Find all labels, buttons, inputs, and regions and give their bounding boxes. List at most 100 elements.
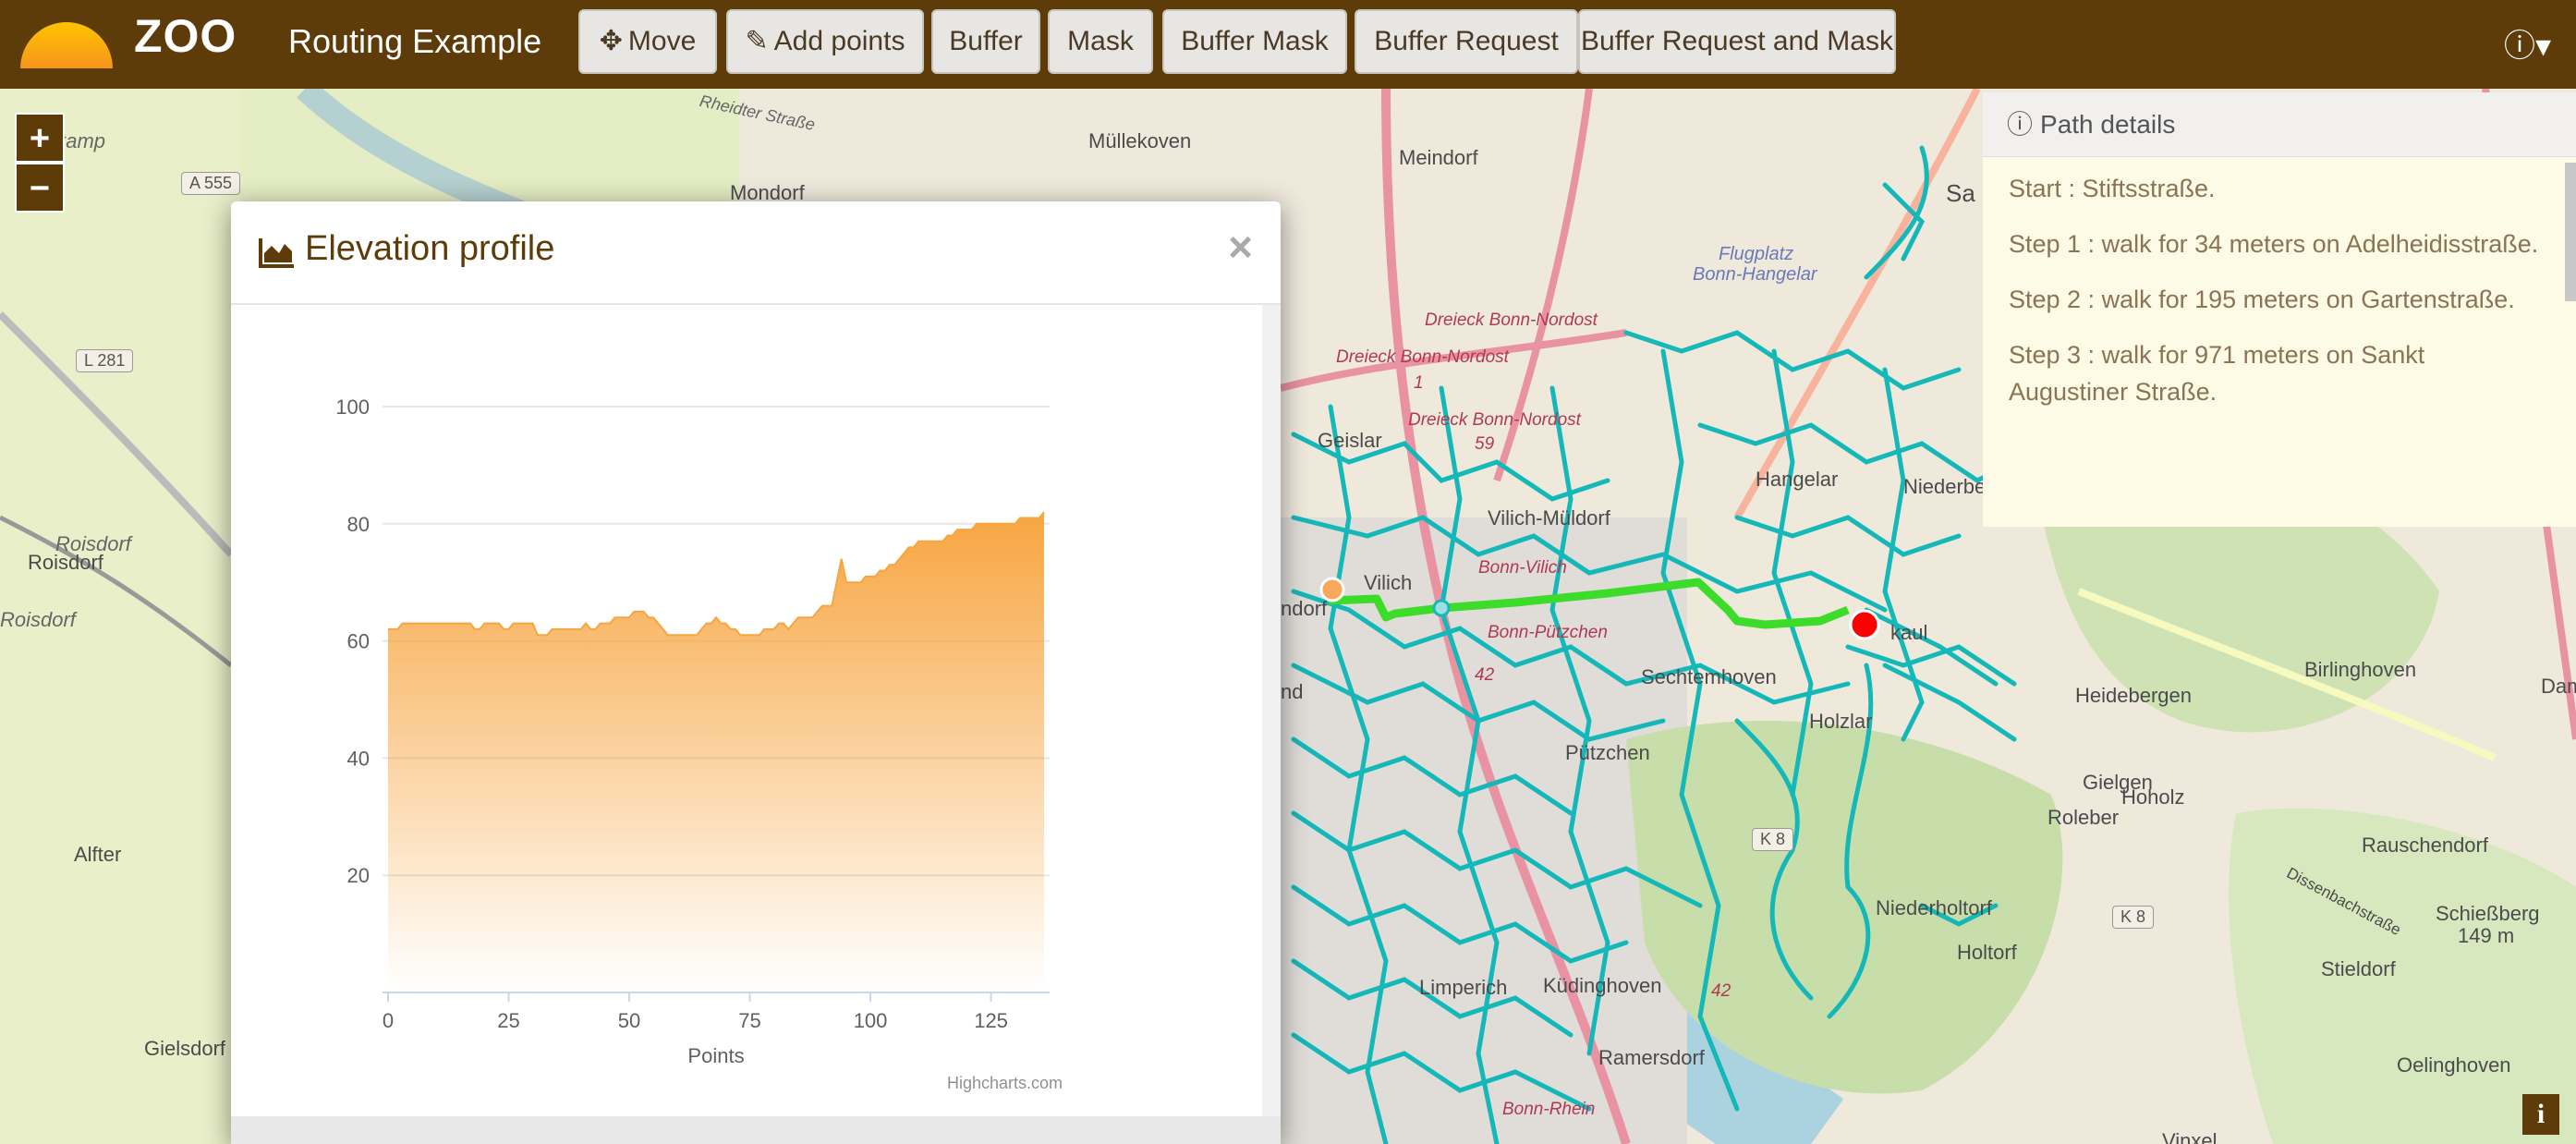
path-step: Step 1 : walk for 34 meters on Adelheidi… bbox=[2009, 230, 2539, 258]
elevation-profile-modal: Elevation profile × 20 40 60 80 100 0 25 50 75 1… bbox=[231, 201, 1281, 1144]
map-label: 42 bbox=[1475, 665, 1495, 685]
map-label: Bonn-Pützchen bbox=[1488, 623, 1608, 642]
path-details-panel: ⓘ Path details Start : Stiftsstraße. Step… bbox=[1983, 92, 2576, 527]
modal-title: Elevation profile bbox=[305, 229, 555, 268]
map-label: Oelinghoven bbox=[2397, 1053, 2511, 1077]
path-details-header[interactable]: ⓘ Path details bbox=[1983, 92, 2576, 157]
modal-footer-bar bbox=[231, 1116, 1281, 1144]
map-label: Dreieck Bonn-Nordost bbox=[1336, 347, 1509, 367]
zoo-logo-sun-icon bbox=[20, 22, 113, 68]
y-tick-label: 80 bbox=[347, 513, 370, 536]
app-title: Routing Example bbox=[288, 22, 542, 60]
map-label: Rauschendorf bbox=[2362, 834, 2488, 857]
map-label: Sa bbox=[1946, 179, 1975, 207]
x-tick-label: 75 bbox=[738, 1009, 760, 1032]
map-label: Dreieck Bonn-Nordost bbox=[1408, 410, 1581, 430]
map-label: Bonn-Hangelar bbox=[1693, 264, 1817, 285]
map-label: 59 bbox=[1475, 434, 1495, 454]
map-label: Hoholz bbox=[2121, 785, 2185, 809]
map-label: Bonn-Rhein bbox=[1502, 1100, 1596, 1119]
map-label: Schießberg bbox=[2436, 902, 2540, 925]
elevation-area bbox=[388, 512, 1044, 992]
path-step: Step 2 : walk for 195 meters on Gartenst… bbox=[2009, 286, 2515, 313]
map-label: Pützchen bbox=[1565, 741, 1650, 764]
map-label: Bonn-Vilich bbox=[1478, 558, 1567, 578]
map-label: Ramersdorf bbox=[1598, 1046, 1705, 1069]
map-label: Vilich bbox=[1364, 571, 1413, 594]
y-tick-label: 60 bbox=[347, 630, 370, 653]
map-label: Küdinghoven bbox=[1543, 974, 1662, 997]
x-tick-label: 100 bbox=[854, 1009, 888, 1032]
path-details-body: Start : Stiftsstraße. Step 1 : walk for … bbox=[1983, 157, 2576, 527]
map-label: Roleber bbox=[2047, 806, 2120, 829]
x-tick-label: 50 bbox=[618, 1009, 640, 1032]
attribution-info-button[interactable]: i bbox=[2522, 1094, 2559, 1135]
map-label: Dreieck Bonn-Nordost bbox=[1425, 310, 1598, 330]
path-details-scrollbar[interactable] bbox=[2565, 163, 2576, 301]
chart-credits[interactable]: Highcharts.com bbox=[947, 1074, 1063, 1092]
map-label: Vilich-Müldorf bbox=[1488, 506, 1610, 529]
map-label: Stieldorf bbox=[2321, 957, 2396, 980]
map-label: 149 m bbox=[2458, 924, 2515, 947]
area-chart-icon bbox=[259, 238, 294, 268]
map-label: Holzlar bbox=[1809, 710, 1873, 733]
road-shield: K 8 bbox=[1752, 828, 1794, 851]
map-label: Alfter bbox=[74, 843, 122, 866]
modal-scrollbar[interactable] bbox=[1262, 305, 1281, 1144]
map-label: Heidebergen bbox=[2075, 684, 2192, 707]
map-label: Müllekoven bbox=[1088, 129, 1192, 152]
info-icon: ⓘ▾ bbox=[2504, 29, 2552, 64]
map-label: 1 bbox=[1414, 373, 1424, 393]
map-label: Meindorf bbox=[1399, 146, 1478, 169]
y-tick-label: 20 bbox=[347, 864, 370, 887]
map-label: Limperich bbox=[1419, 976, 1508, 999]
map-label: Dam bbox=[2541, 675, 2576, 698]
road-shield: L 281 bbox=[76, 349, 134, 372]
navbar: ZOO Routing Example ✥ Move ✎ Add points Bu… bbox=[0, 0, 2576, 89]
map-label: Roisdorf bbox=[28, 551, 103, 574]
zoom-in-button[interactable]: + bbox=[15, 113, 65, 163]
y-tick-label: 40 bbox=[347, 747, 370, 770]
map-label: Geislar bbox=[1318, 429, 1382, 452]
add-points-button[interactable]: ✎ Add points bbox=[726, 9, 924, 74]
buffer-button[interactable]: Buffer bbox=[931, 9, 1040, 74]
map-label: Niederholtorf bbox=[1876, 896, 1992, 919]
map-label: Vinxel bbox=[2162, 1129, 2218, 1144]
map-label: 42 bbox=[1711, 981, 1732, 1001]
modal-header: Elevation profile × bbox=[231, 201, 1281, 305]
path-details-title: Path details bbox=[2040, 110, 2176, 139]
x-tick-label: 125 bbox=[974, 1009, 1008, 1032]
x-tick-label: 0 bbox=[383, 1009, 394, 1032]
map-label: nd bbox=[1281, 680, 1304, 703]
buffer-request-and-mask-button[interactable]: Buffer Request and Mask bbox=[1578, 9, 1896, 74]
buffer-mask-button[interactable]: Buffer Mask bbox=[1162, 9, 1347, 74]
close-button[interactable]: × bbox=[1228, 222, 1253, 272]
elevation-chart: 20 40 60 80 100 0 25 50 75 100 125 Points Highcha… bbox=[268, 320, 1257, 1114]
road-shield: K 8 bbox=[2112, 906, 2155, 929]
zoom-out-button[interactable]: − bbox=[15, 163, 65, 213]
map-label: Holtorf bbox=[1957, 941, 2017, 964]
move-button[interactable]: ✥ Move bbox=[578, 9, 717, 74]
elevation-chart-svg: 20 40 60 80 100 0 25 50 75 100 125 Points Highcha… bbox=[335, 396, 1063, 1092]
info-dropdown-button[interactable]: ⓘ▾ bbox=[2504, 20, 2551, 66]
y-tick-label: 100 bbox=[335, 396, 370, 419]
path-step: Step 3 : walk for 971 meters on Sankt Au… bbox=[2009, 341, 2425, 406]
x-axis-title: Points bbox=[687, 1044, 744, 1067]
map-label: Roisdorf bbox=[0, 608, 76, 631]
brand-logo[interactable]: ZOO bbox=[134, 9, 237, 63]
map-label: Birlinghoven bbox=[2304, 658, 2417, 681]
map-label: Gielsdorf bbox=[144, 1037, 226, 1060]
path-step: Start : Stiftsstraße. bbox=[2009, 175, 2216, 202]
info-circle-icon: ⓘ bbox=[2007, 110, 2034, 139]
map-label: kaul bbox=[1890, 621, 1928, 644]
map-label: Flugplatz bbox=[1719, 244, 1794, 264]
map-label: ndorf bbox=[1281, 597, 1328, 620]
move-icon: ✥ bbox=[599, 26, 623, 56]
mask-button[interactable]: Mask bbox=[1048, 9, 1153, 74]
x-tick-label: 25 bbox=[497, 1009, 519, 1032]
map-label: Sechtemhoven bbox=[1641, 665, 1777, 688]
pencil-icon: ✎ bbox=[745, 26, 769, 56]
buffer-request-button[interactable]: Buffer Request bbox=[1355, 9, 1578, 74]
map-label: Hangelar bbox=[1756, 468, 1839, 491]
road-shield: A 555 bbox=[181, 172, 241, 195]
